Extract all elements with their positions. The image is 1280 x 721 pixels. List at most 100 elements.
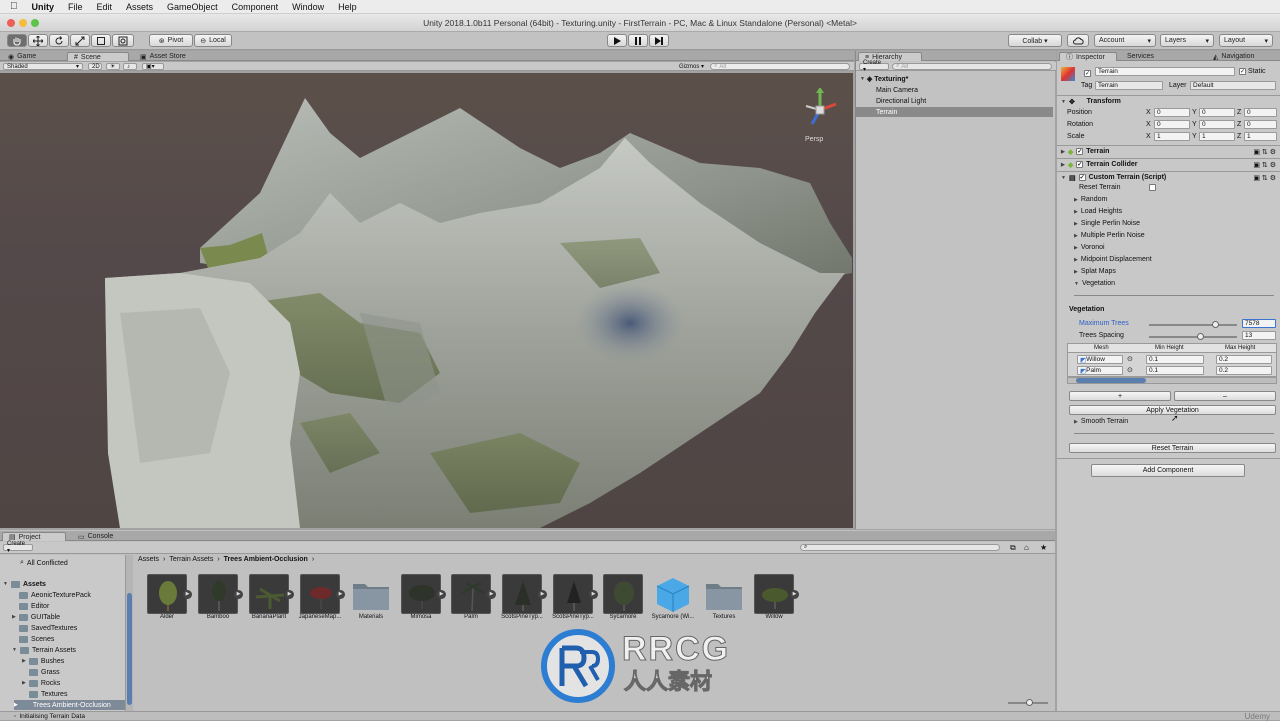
tree-item-scenes[interactable]: Scenes	[19, 634, 54, 644]
tree-item-trees-ao[interactable]: ▶ Trees Ambient-Occlusion	[14, 700, 125, 710]
foldout-splat-maps[interactable]: ▶ Splat Maps	[1074, 268, 1116, 275]
asset-tile[interactable]: ▶ ScotsPineTyp...	[548, 574, 598, 620]
asset-tile[interactable]: Materials	[346, 574, 396, 620]
tree-item-all-conflicted[interactable]: ⌕ All Conflicted	[20, 558, 68, 568]
tab-inspector[interactable]: ⓘ Inspector	[1059, 52, 1117, 61]
persp-label[interactable]: Persp	[805, 136, 823, 143]
slider-thumb[interactable]	[1212, 321, 1220, 328]
asset-tile[interactable]: ▶ JapaneseMap...	[295, 574, 345, 620]
script-enabled-checkbox[interactable]: ✓	[1078, 174, 1086, 181]
rotation-x-field[interactable]: 0	[1154, 120, 1190, 129]
play-button[interactable]	[607, 34, 627, 47]
max-height-field[interactable]: 0.2	[1216, 366, 1272, 375]
tree-item-assets[interactable]: ▼ Assets	[3, 579, 46, 589]
hand-tool-icon[interactable]	[7, 34, 27, 47]
shading-dropdown[interactable]: Shaded ▾	[3, 63, 83, 70]
step-button[interactable]	[649, 34, 669, 47]
rotate-tool-icon[interactable]	[49, 34, 69, 47]
position-y-field[interactable]: 0	[1199, 108, 1235, 117]
transform-tool-icon[interactable]	[112, 34, 134, 47]
tree-item-guitable[interactable]: ▶ GUITable	[12, 612, 60, 622]
hierarchy-item-main-camera[interactable]: Main Camera	[856, 85, 1053, 95]
max-trees-slider[interactable]	[1149, 321, 1237, 328]
asset-tile[interactable]: Sycamore	[598, 574, 648, 620]
expand-arrow-icon[interactable]: ▶	[183, 590, 192, 599]
object-picker-icon[interactable]: ⊙	[1127, 366, 1133, 374]
expand-arrow-icon[interactable]: ▶	[589, 590, 598, 599]
foldout-load-heights[interactable]: ▶ Load Heights	[1074, 208, 1122, 215]
reset-terrain-checkbox[interactable]	[1148, 184, 1156, 191]
mesh-field[interactable]: ◩ Palm	[1077, 366, 1123, 375]
min-height-field[interactable]: 0.1	[1146, 355, 1204, 364]
tree-item-editor[interactable]: Editor	[19, 601, 49, 611]
position-x-field[interactable]: 0	[1154, 108, 1190, 117]
tree-item-grass[interactable]: Grass	[29, 667, 60, 677]
tree-item-aeonic[interactable]: AeonicTexturePack	[19, 590, 91, 600]
scrollbar-thumb[interactable]	[127, 593, 132, 705]
trees-spacing-slider[interactable]	[1149, 333, 1237, 340]
tab-scene[interactable]: # Scene	[67, 52, 129, 61]
expand-arrow-icon[interactable]: ▶	[538, 590, 547, 599]
trees-spacing-field[interactable]: 13	[1242, 331, 1276, 340]
scale-z-field[interactable]: 1	[1244, 132, 1277, 141]
foldout-vegetation[interactable]: ▼ Vegetation	[1074, 280, 1115, 287]
add-component-button[interactable]: Add Component	[1091, 464, 1245, 477]
asset-tile[interactable]: ▶ Palm	[446, 574, 496, 620]
tree-item-rocks[interactable]: ▶ Rocks	[22, 678, 60, 688]
expand-arrow-icon[interactable]: ▶	[437, 590, 446, 599]
component-menu-icon[interactable]: ▣ ⇅ ⚙	[1253, 148, 1276, 156]
terrain-collider-header[interactable]: ▶ ◆ ✓ Terrain Collider ▣ ⇅ ⚙	[1057, 158, 1280, 170]
scene-search-input[interactable]: ⌕ All	[710, 63, 850, 70]
slider-thumb[interactable]	[1026, 699, 1033, 706]
max-trees-field[interactable]: 7578	[1242, 319, 1276, 328]
rotation-y-field[interactable]: 0	[1199, 120, 1235, 129]
static-toggle[interactable]: ✓ Static	[1239, 68, 1266, 75]
asset-tile[interactable]: ▶ ScotsPineTyp...	[497, 574, 547, 620]
expand-arrow-icon[interactable]: ▶	[285, 590, 294, 599]
tree-item-terrain-assets[interactable]: ▼ Terrain Assets	[12, 645, 76, 655]
component-menu-icon[interactable]: ▣ ⇅ ⚙	[1253, 161, 1276, 169]
asset-tile[interactable]: ▶ BananaPlant	[244, 574, 294, 620]
rotation-z-field[interactable]: 0	[1244, 120, 1277, 129]
collider-enabled-checkbox[interactable]: ✓	[1076, 161, 1084, 168]
breadcrumb-item[interactable]: Assets	[138, 556, 159, 563]
2d-toggle[interactable]: 2D	[88, 63, 102, 70]
zoom-window-icon[interactable]	[31, 19, 39, 27]
asset-tile[interactable]: Textures	[699, 574, 749, 620]
scale-y-field[interactable]: 1	[1199, 132, 1235, 141]
scale-x-field[interactable]: 1	[1154, 132, 1190, 141]
tree-item-bushes[interactable]: ▶ Bushes	[22, 656, 64, 666]
reset-terrain-button[interactable]: Reset Terrain	[1069, 443, 1276, 453]
cloud-button[interactable]	[1067, 34, 1089, 47]
scrollbar-thumb[interactable]	[1076, 378, 1146, 383]
icon-size-slider[interactable]	[1008, 699, 1048, 706]
asset-tile[interactable]: ▶ Alder	[142, 574, 192, 620]
lighting-toggle-icon[interactable]: ☀	[106, 63, 120, 70]
pivot-toggle[interactable]: ⊛ Pivot	[149, 34, 193, 47]
scene-view[interactable]: Persp	[0, 73, 853, 528]
hierarchy-item-terrain[interactable]: Terrain	[856, 107, 1053, 117]
transform-header[interactable]: ▼ ✥ Transform	[1057, 95, 1280, 107]
menu-help[interactable]: Help	[338, 2, 357, 12]
object-name-field[interactable]: Terrain	[1095, 67, 1235, 76]
menu-window[interactable]: Window	[292, 2, 324, 12]
component-menu-icon[interactable]: ▣ ⇅ ⚙	[1253, 174, 1276, 182]
layers-dropdown[interactable]: Layers ▾	[1160, 34, 1214, 47]
expand-arrow-icon[interactable]: ▶	[234, 590, 243, 599]
tab-game[interactable]: ◉ Game	[2, 52, 42, 61]
add-row-button[interactable]: +	[1069, 391, 1171, 401]
scene-gizmo-icon[interactable]	[798, 88, 843, 133]
menu-file[interactable]: File	[68, 2, 83, 12]
tag-dropdown[interactable]: Terrain	[1095, 81, 1163, 90]
foldout-midpoint[interactable]: ▶ Midpoint Displacement	[1074, 256, 1152, 263]
effects-dropdown-icon[interactable]: ▣▾	[142, 63, 164, 70]
terrain-enabled-checkbox[interactable]: ✓	[1076, 148, 1084, 155]
breadcrumb-item[interactable]: Trees Ambient-Occlusion	[224, 556, 308, 563]
menu-assets[interactable]: Assets	[126, 2, 153, 12]
asset-tile[interactable]: Sycamore (Wi...	[648, 574, 698, 620]
menu-gameobject[interactable]: GameObject	[167, 2, 218, 12]
max-height-field[interactable]: 0.2	[1216, 355, 1272, 364]
rect-tool-icon[interactable]	[91, 34, 111, 47]
audio-toggle-icon[interactable]: ♪	[123, 63, 137, 70]
filter-label-icon[interactable]: ⌂	[1024, 543, 1029, 552]
